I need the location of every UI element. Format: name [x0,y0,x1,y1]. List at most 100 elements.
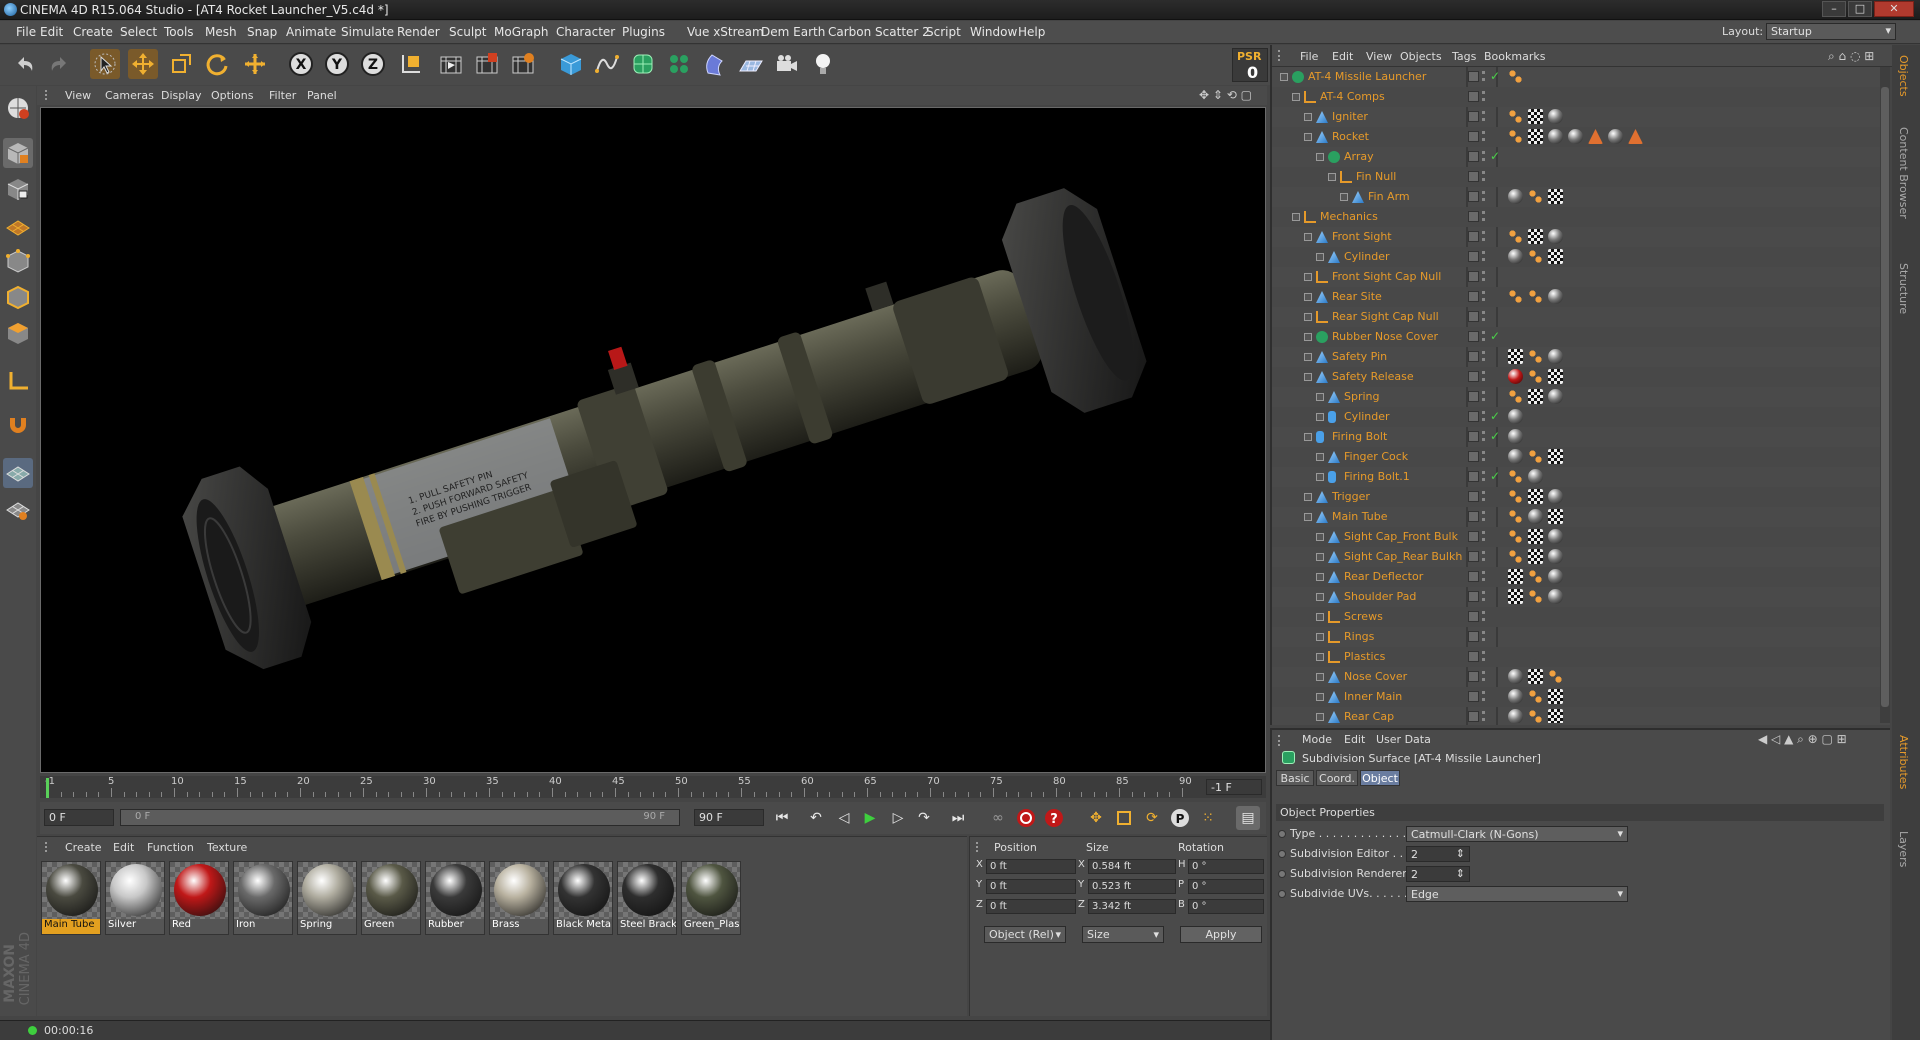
object-name[interactable]: Rear Site [1332,290,1382,303]
editor-render-dots[interactable] [1482,491,1485,501]
object-name[interactable]: Rear Deflector [1344,570,1423,583]
editor-render-dots[interactable] [1482,451,1485,461]
tree-expand-icon[interactable] [1316,673,1324,681]
object-row[interactable]: Rear Sight Cap Null [1272,307,1882,327]
property-dropdown[interactable]: Edge ▾ [1406,886,1628,902]
side-tab-structure[interactable]: Structure [1897,263,1910,314]
phong-tag-icon[interactable] [1528,349,1543,364]
make-editable-button[interactable] [3,93,33,123]
object-menu-objects[interactable]: Objects [1400,50,1442,63]
warning-tag-icon[interactable] [1588,129,1603,144]
playhead[interactable] [46,778,49,798]
key-rotation-button[interactable]: ⟳ [1140,806,1164,830]
object-menu-tags[interactable]: Tags [1452,50,1476,63]
object-name[interactable]: Rings [1344,630,1374,643]
object-row[interactable]: Main Tube [1272,507,1882,527]
scrollbar-thumb[interactable] [1881,87,1889,707]
material-tag-icon[interactable] [1508,369,1523,384]
property-dropdown[interactable]: Catmull-Clark (N-Gons) ▾ [1406,826,1628,842]
object-name[interactable]: Safety Release [1332,370,1414,383]
viewport-menu-display[interactable]: Display [161,89,202,102]
y-axis-lock-button[interactable]: Y [322,49,352,79]
visibility-toggle[interactable] [1468,251,1479,262]
texture-tag-icon[interactable] [1548,449,1563,464]
texture-tag-icon[interactable] [1548,509,1563,524]
coordinate-system-button[interactable] [396,49,426,79]
phong-tag-icon[interactable] [1528,289,1543,304]
phong-tag-icon[interactable] [1508,289,1523,304]
material-tag-icon[interactable] [1508,669,1523,684]
coordinate-mode-dropdown[interactable]: Object (Rel) ▾ [984,926,1066,943]
x-axis-lock-button[interactable]: X [286,49,316,79]
enabled-check-icon[interactable]: ✓ [1490,149,1502,163]
texture-tag-icon[interactable] [1528,549,1543,564]
phong-tag-icon[interactable] [1528,689,1543,704]
material-tag-icon[interactable] [1508,409,1523,424]
material-tag-icon[interactable] [1548,289,1563,304]
phong-tag-icon[interactable] [1528,709,1543,723]
stepper-arrows-icon[interactable]: ⇕ [1456,847,1465,860]
object-name[interactable]: Spring [1344,390,1380,403]
object-name[interactable]: Rear Sight Cap Null [1332,310,1439,323]
editor-render-dots[interactable] [1482,151,1485,161]
tree-expand-icon[interactable] [1316,533,1324,541]
editor-render-dots[interactable] [1482,391,1485,401]
phong-tag-icon[interactable] [1528,449,1543,464]
menu-render[interactable]: Render [397,25,440,39]
visibility-toggle[interactable] [1468,271,1479,282]
render-settings-button[interactable] [508,49,538,79]
menu-simulate[interactable]: Simulate [341,25,394,39]
timeline-ruler[interactable]: -1 5 10 15 20 25 30 35 40 45 50 55 60 65 70 75 80 85 90 -1… [40,776,1266,798]
light-button[interactable] [808,49,838,79]
attribute-nav-icons[interactable]: ◀ ◁ ▲ ⌕ ⊕ ▢ ⊞ [1758,732,1847,747]
texture-tag-icon[interactable] [1528,489,1543,504]
material-tag-icon[interactable] [1548,109,1563,124]
editor-render-dots[interactable] [1482,551,1485,561]
autokeying-button[interactable]: ? [1042,806,1066,830]
material-tag-icon[interactable] [1508,449,1523,464]
material-menu-edit[interactable]: Edit [113,841,134,854]
texture-tag-icon[interactable] [1528,129,1543,144]
texture-tag-icon[interactable] [1528,109,1543,124]
material-swatch[interactable]: Black Meta [553,861,613,935]
visibility-toggle[interactable] [1468,231,1479,242]
visibility-toggle[interactable] [1468,471,1479,482]
tree-expand-icon[interactable] [1316,253,1324,261]
editor-render-dots[interactable] [1482,91,1485,101]
texture-tag-icon[interactable] [1508,349,1523,364]
key-pla-button[interactable]: ⁙ [1196,806,1220,830]
camera-button[interactable] [772,49,802,79]
editor-render-dots[interactable] [1482,251,1485,261]
object-name[interactable]: Sight Cap_Rear Bulkh [1344,550,1462,563]
visibility-toggle[interactable] [1468,71,1479,82]
visibility-toggle[interactable] [1468,551,1479,562]
rotation-p-field[interactable]: 0 ° [1188,879,1264,894]
object-name[interactable]: Cylinder [1344,250,1390,263]
go-to-start-button[interactable]: ⏮ [770,806,794,830]
texture-tag-icon[interactable] [1548,249,1563,264]
phong-tag-icon[interactable] [1508,229,1523,244]
object-name[interactable]: Cylinder [1344,410,1390,423]
tree-expand-icon[interactable] [1316,393,1324,401]
move-tool[interactable] [128,49,158,79]
side-tab-attributes[interactable]: Attributes [1897,735,1910,789]
object-row[interactable]: Safety Pin [1272,347,1882,367]
recent-tools-button[interactable] [240,49,270,79]
object-manager-nav-icons[interactable]: ⌕ ⌂ ◌ ⊞ [1828,49,1874,64]
editor-render-dots[interactable] [1482,191,1485,201]
object-row[interactable]: Front Sight [1272,227,1882,247]
planar-workplane-button[interactable] [3,494,33,524]
menu-help[interactable]: Help [1018,25,1045,39]
visibility-toggle[interactable] [1468,611,1479,622]
menu-select[interactable]: Select [120,25,157,39]
visibility-toggle[interactable] [1468,451,1479,462]
menu-edit[interactable]: Edit [40,25,63,39]
object-row[interactable]: Firing Bolt ✓ [1272,427,1882,447]
editor-render-dots[interactable] [1482,711,1485,721]
side-tab-layers[interactable]: Layers [1897,831,1910,867]
menu-animate[interactable]: Animate [286,25,336,39]
object-row[interactable]: Rubber Nose Cover ✓ [1272,327,1882,347]
animation-keyframe-dot[interactable] [1278,830,1286,838]
visibility-toggle[interactable] [1468,591,1479,602]
material-tag-icon[interactable] [1528,509,1543,524]
